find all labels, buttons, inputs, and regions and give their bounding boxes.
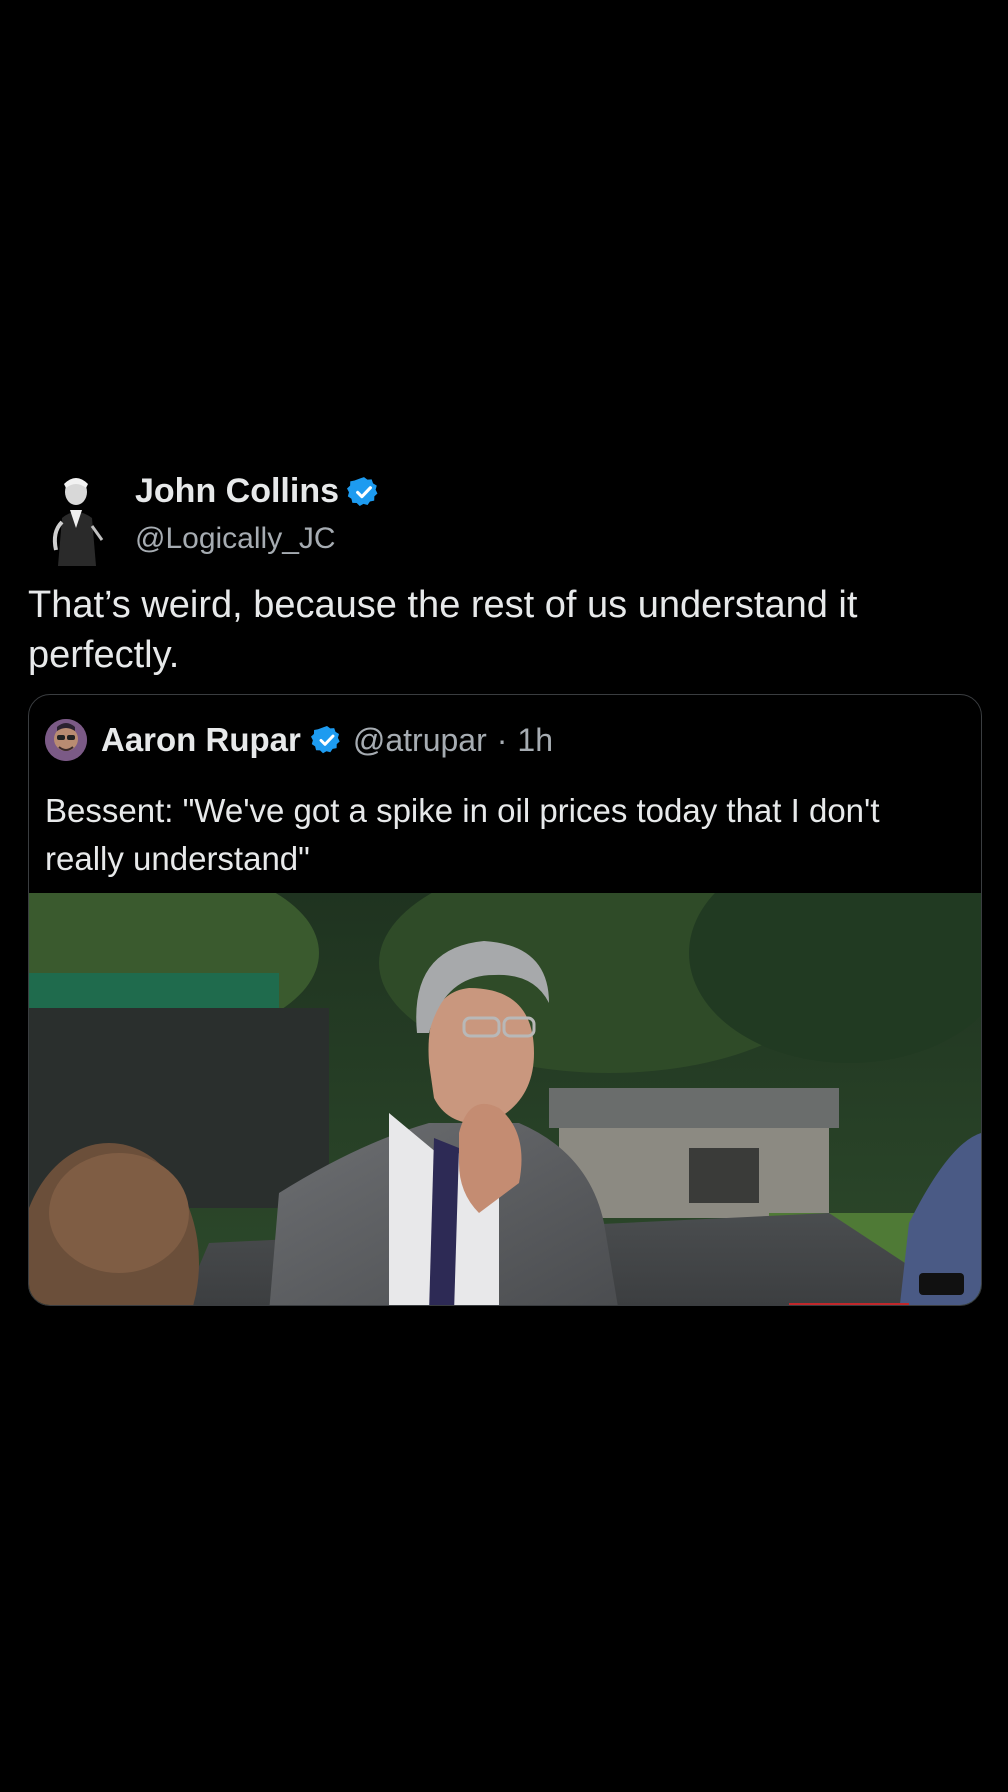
quoted-avatar-face-icon xyxy=(45,719,87,761)
quoted-tweet-card[interactable]: Aaron Rupar @atrupar · 1h Bessent: "We'v… xyxy=(28,694,982,1306)
author-name[interactable]: John Collins xyxy=(135,472,339,511)
avatar[interactable] xyxy=(40,470,110,566)
quoted-tweet-header: Aaron Rupar @atrupar · 1h xyxy=(45,719,553,761)
quoted-avatar[interactable] xyxy=(45,719,87,761)
quoted-separator: · xyxy=(496,721,508,758)
tweet-author-row: John Collins @Logically_JC xyxy=(0,460,1008,570)
video-thumbnail-image xyxy=(29,893,981,1305)
tweet-text: That’s weird, because the rest of us und… xyxy=(28,584,858,676)
verified-badge-icon xyxy=(347,476,378,506)
quoted-author-handle[interactable]: @atrupar xyxy=(353,722,487,759)
quoted-time[interactable]: 1h xyxy=(517,722,553,759)
quoted-author-name[interactable]: Aaron Rupar xyxy=(101,721,301,759)
quoted-tweet-text: Bessent: "We've got a spike in oil price… xyxy=(45,792,880,877)
quoted-video-thumbnail[interactable] xyxy=(29,893,981,1305)
screen: { "tweet": { "author_name": "John Collin… xyxy=(0,0,1008,1792)
tweet: John Collins @Logically_JC That’s weird,… xyxy=(0,460,1008,1306)
verified-badge-icon xyxy=(310,726,340,754)
author-name-row: John Collins xyxy=(135,472,381,511)
author-handle[interactable]: @Logically_JC xyxy=(135,522,336,556)
avatar-figure-icon xyxy=(40,470,110,566)
